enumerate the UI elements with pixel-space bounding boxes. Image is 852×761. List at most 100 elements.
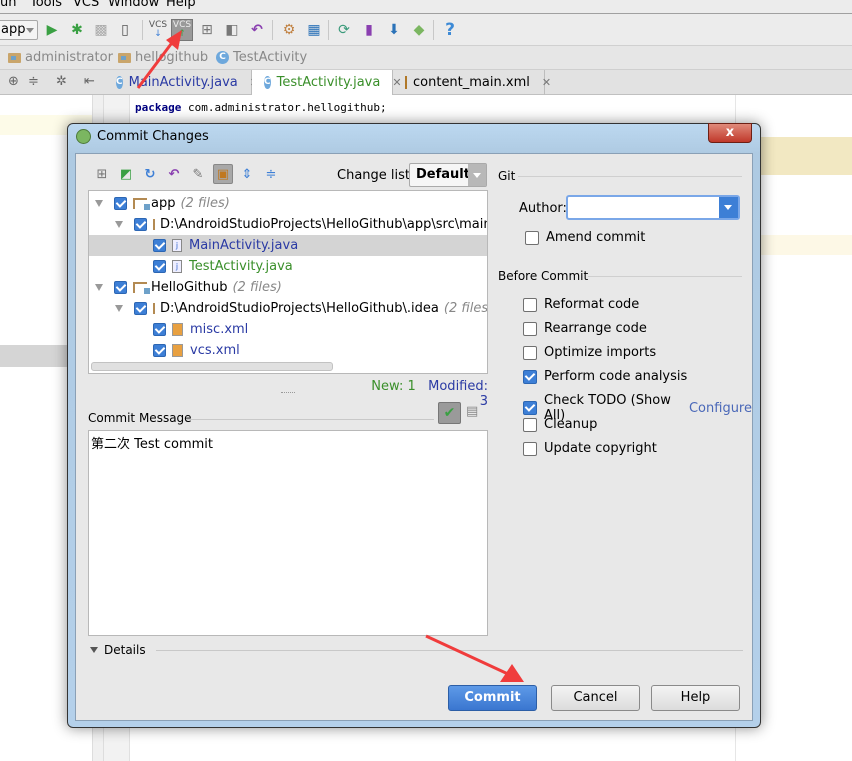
tree-row-misc-xml[interactable]: misc.xml	[89, 319, 487, 340]
tree-row-mainactivity[interactable]: j MainActivity.java	[89, 235, 487, 256]
checkbox[interactable]	[525, 230, 539, 245]
expand-triangle-icon[interactable]	[115, 221, 123, 228]
menu-tools[interactable]: Tools	[30, 0, 62, 9]
checkbox[interactable]	[523, 345, 537, 360]
checkbox[interactable]	[153, 239, 166, 252]
spellcheck-icon[interactable]: ✔	[438, 402, 461, 424]
close-button[interactable]: x	[708, 123, 752, 143]
checkbox[interactable]	[134, 302, 147, 315]
tree-row-app[interactable]: app (2 files)	[89, 193, 487, 214]
vcs-commit-icon[interactable]: VCS ↑	[171, 19, 193, 41]
breadcrumb-label: TestActivity	[233, 50, 308, 65]
configure-link[interactable]: Configure	[689, 401, 752, 416]
locate-icon[interactable]: ⊕	[8, 74, 19, 89]
tree-row-vcs-xml[interactable]: vcs.xml	[89, 340, 487, 361]
avd-manager-icon[interactable]: ▮	[358, 19, 380, 41]
checkbox[interactable]	[153, 344, 166, 357]
attach-debugger-icon[interactable]: ▩	[90, 19, 112, 41]
option-label: Cleanup	[544, 417, 598, 432]
vcs-compare-icon[interactable]: ◧	[221, 19, 243, 41]
tab-content-main[interactable]: content_main.xml ✕	[393, 70, 551, 95]
tree-row-hellogithub[interactable]: HelloGithub (2 files)	[89, 277, 487, 298]
change-list-value: Default	[416, 167, 470, 182]
edit-source-icon[interactable]: ✎	[188, 164, 208, 184]
chevron-down-icon[interactable]	[719, 197, 738, 218]
cleanup-checkbox[interactable]: Cleanup	[523, 417, 597, 432]
update-copyright-checkbox[interactable]: Update copyright	[523, 441, 657, 456]
menu-run[interactable]: un	[0, 0, 16, 9]
commit-button[interactable]: Commit	[448, 685, 537, 711]
perform-code-analysis-checkbox[interactable]: Perform code analysis	[523, 369, 687, 384]
close-tab-icon[interactable]: ✕	[542, 76, 551, 89]
file-count: (2 files)	[232, 280, 282, 295]
android-device-monitor-icon[interactable]: ▯	[114, 19, 136, 41]
debug-icon[interactable]: ✱	[66, 19, 88, 41]
horizontal-scrollbar[interactable]	[91, 362, 333, 371]
tree-row-idea-folder[interactable]: D:\AndroidStudioProjects\HelloGithub\.id…	[89, 298, 487, 319]
vcs-history-icon[interactable]: ⊞	[196, 19, 218, 41]
group-by-directory-icon[interactable]: ▣	[213, 164, 233, 184]
breadcrumb-item-hellogithub[interactable]: hellogithub	[118, 46, 208, 69]
move-to-changelist-icon[interactable]: ◩	[116, 164, 136, 184]
menu-vcs[interactable]: VCS	[73, 0, 99, 9]
hide-icon[interactable]: ⇤	[84, 74, 95, 89]
amend-commit-checkbox[interactable]: Amend commit	[525, 230, 645, 245]
revert-icon[interactable]: ↶	[164, 164, 184, 184]
vcs-update-icon[interactable]: VCS ↓	[147, 19, 169, 41]
author-input[interactable]	[566, 195, 740, 220]
checkbox[interactable]	[153, 323, 166, 336]
expand-all-icon[interactable]: ⇕	[237, 164, 257, 184]
sdk-manager-icon[interactable]: ▦	[303, 19, 325, 41]
collapse-icon[interactable]: ≑	[28, 74, 39, 89]
checkbox[interactable]	[114, 197, 127, 210]
dialog-title-bar[interactable]: Commit Changes	[76, 129, 209, 144]
change-list-select[interactable]: Default	[409, 163, 487, 187]
commit-message-input[interactable]: 第二次 Test commit	[88, 430, 488, 636]
java-file-icon: j	[172, 239, 182, 252]
checkbox[interactable]	[523, 417, 537, 432]
tab-testactivity[interactable]: C TestActivity.java ✕	[252, 70, 402, 95]
tree-row-testactivity[interactable]: j TestActivity.java	[89, 256, 487, 277]
checkbox[interactable]	[523, 401, 537, 415]
project-structure-icon[interactable]: ⚙	[278, 19, 300, 41]
details-toggle[interactable]: Details	[90, 643, 146, 657]
expand-triangle-icon[interactable]	[115, 305, 123, 312]
cancel-button[interactable]: Cancel	[551, 685, 640, 711]
tree-row-app-src-folder[interactable]: D:\AndroidStudioProjects\HelloGithub\app…	[89, 214, 487, 235]
refresh-icon[interactable]: ↻	[140, 164, 160, 184]
show-diff-icon[interactable]: ⊞	[92, 164, 112, 184]
run-icon[interactable]: ▶	[41, 19, 63, 41]
collapse-all-icon[interactable]: ≑	[261, 164, 281, 184]
checkbox[interactable]	[523, 321, 537, 336]
tab-mainactivity[interactable]: CMainActivity.java✕	[104, 70, 259, 95]
option-label: Update copyright	[544, 441, 657, 456]
checkbox[interactable]	[523, 369, 537, 384]
expand-triangle-icon[interactable]	[95, 200, 103, 207]
breadcrumb-item-administrator[interactable]: administrator	[8, 46, 113, 69]
checkbox[interactable]	[523, 297, 537, 312]
help-icon[interactable]: ?	[439, 19, 461, 41]
reformat-code-checkbox[interactable]: Reformat code	[523, 297, 639, 312]
gear-icon[interactable]: ✲	[56, 74, 67, 89]
breadcrumb-item-testactivity[interactable]: C TestActivity	[216, 46, 307, 69]
sdk-download-icon[interactable]: ⬇	[383, 19, 405, 41]
option-label: Rearrange code	[544, 321, 647, 336]
help-button[interactable]: Help	[651, 685, 740, 711]
optimize-imports-checkbox[interactable]: Optimize imports	[523, 345, 656, 360]
commit-message-label: Commit Message	[88, 411, 192, 425]
checkbox[interactable]	[134, 218, 147, 231]
sync-gradle-icon[interactable]: ⟳	[333, 19, 355, 41]
rearrange-code-checkbox[interactable]: Rearrange code	[523, 321, 647, 336]
android-icon[interactable]: ◆	[408, 19, 430, 41]
expand-triangle-icon[interactable]	[95, 284, 103, 291]
run-config-select[interactable]: app	[0, 20, 38, 40]
menu-help[interactable]: Help	[166, 0, 196, 9]
menu-window[interactable]: Window	[108, 0, 159, 9]
checkbox[interactable]	[153, 260, 166, 273]
message-history-icon[interactable]: ▤	[466, 404, 484, 422]
code-line[interactable]: package com.administrator.hellogithub;	[135, 101, 387, 114]
vcs-revert-icon[interactable]: ↶	[246, 19, 268, 41]
checkbox[interactable]	[523, 441, 537, 456]
splitter-handle[interactable]	[281, 392, 295, 394]
checkbox[interactable]	[114, 281, 127, 294]
